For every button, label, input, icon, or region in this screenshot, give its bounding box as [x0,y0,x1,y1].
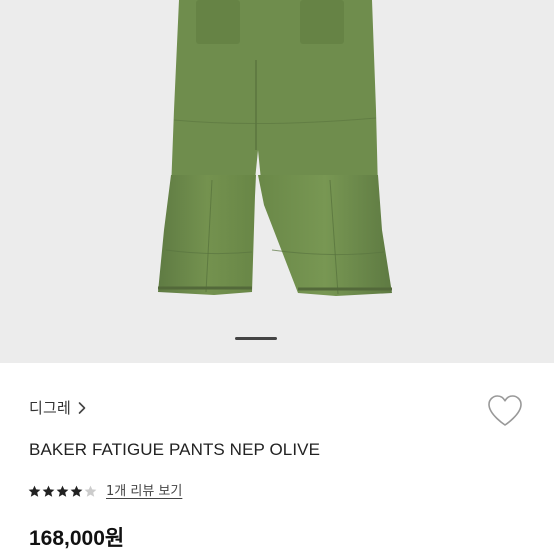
chevron-right-icon [77,400,87,414]
brand-link[interactable]: 디그레 [29,396,87,418]
star-filled-icon [28,483,41,497]
star-rating [28,483,97,497]
product-price: 168,000원 [29,527,125,550]
review-link[interactable]: 1개 리뷰 보기 [106,480,182,499]
product-info-panel: 디그레 BAKER FATIGUE PANTS NEP OLIVE 1개 리뷰 … [0,363,554,554]
star-filled-icon [42,483,55,497]
brand-name: 디그레 [29,398,72,417]
product-photo-pants [158,0,392,296]
rating-row: 1개 리뷰 보기 [28,479,182,499]
product-title: BAKER FATIGUE PANTS NEP OLIVE [29,440,321,459]
wishlist-button[interactable] [486,394,524,428]
product-image-gallery[interactable] [0,0,554,363]
star-empty-icon [84,483,97,497]
gallery-page-indicator[interactable] [235,337,277,340]
heart-outline-icon [486,395,524,432]
star-filled-icon [56,483,69,497]
star-filled-icon [70,483,83,497]
